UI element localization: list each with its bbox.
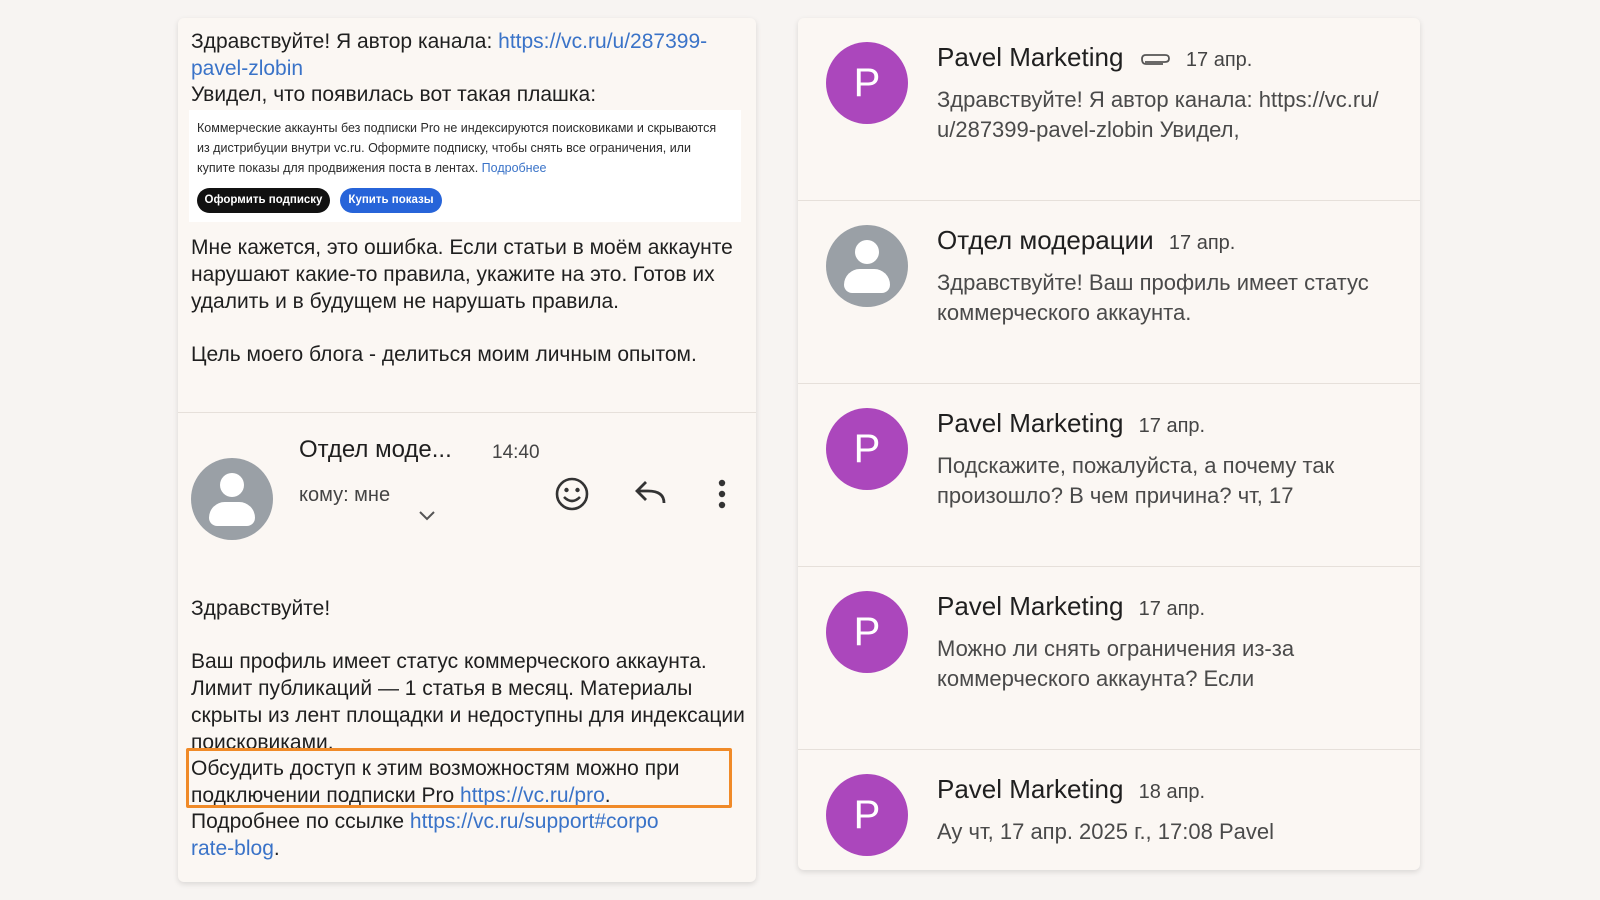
- inbox-row[interactable]: P Pavel Marketing 17 апр. Можно ли снять…: [798, 567, 1420, 750]
- inbox-row-header: Pavel Marketing 17 апр.: [937, 408, 1205, 439]
- reply-icon[interactable]: [634, 479, 668, 507]
- sender-avatar[interactable]: [191, 458, 273, 540]
- sender-avatar[interactable]: P: [826, 408, 908, 490]
- inbox-list-panel: P Pavel Marketing 17 апр. Здравствуйте! …: [798, 18, 1420, 870]
- inbox-row[interactable]: Отдел модерации 17 апр. Здравствуйте! Ва…: [798, 201, 1420, 384]
- inbox-row-header: Pavel Marketing 17 апр.: [937, 591, 1205, 622]
- inbox-row[interactable]: P Pavel Marketing 18 апр. Ау чт, 17 апр.…: [798, 750, 1420, 870]
- subscribe-button[interactable]: Оформить подписку: [197, 188, 330, 213]
- reply-time: 14:40: [492, 442, 540, 463]
- notice-text-block: Коммерческие аккаунты без подписки Pro н…: [197, 118, 717, 178]
- message-date: 17 апр.: [1185, 49, 1253, 71]
- reply-sender-name[interactable]: Отдел моде...: [299, 436, 452, 464]
- email-thread-panel: Здравствуйте! Я автор канала: https://vc…: [178, 18, 756, 882]
- sender-name: Pavel Marketing: [937, 408, 1124, 438]
- sender-name: Pavel Marketing: [937, 774, 1124, 804]
- inbox-row[interactable]: P Pavel Marketing 17 апр. Здравствуйте! …: [798, 18, 1420, 201]
- message-date: 18 апр.: [1138, 781, 1206, 803]
- reply-p3-text: Подробнее по ссылке: [191, 810, 410, 833]
- intro-text: Здравствуйте! Я автор канала:: [191, 30, 499, 53]
- inbox-row[interactable]: P Pavel Marketing 17 апр. Подскажите, по…: [798, 384, 1420, 567]
- saw-text: Увидел, что появилась вот такая плашка:: [191, 83, 597, 106]
- sender-name: Отдел модерации: [937, 225, 1154, 255]
- message-date: 17 апр.: [1138, 415, 1206, 437]
- notice-more-link[interactable]: Подробнее: [482, 161, 547, 175]
- message-date: 17 апр.: [1138, 598, 1206, 620]
- message-snippet: Здравствуйте! Ваш профиль имеет статус к…: [937, 270, 1369, 325]
- sender-avatar[interactable]: P: [826, 42, 908, 124]
- notice-text: Коммерческие аккаунты без подписки Pro н…: [197, 121, 717, 175]
- body-paragraph-1: Мне кажется, это ошибка. Если статьи в м…: [191, 236, 733, 313]
- buy-impressions-button[interactable]: Купить показы: [340, 188, 442, 213]
- inbox-row-header: Pavel Marketing 17 апр.: [937, 42, 1252, 73]
- message-date: 17 апр.: [1168, 232, 1236, 254]
- message-snippet: Здравствуйте! Я автор канала: https://vc…: [937, 87, 1379, 142]
- message-snippet: Можно ли снять ограничения из-за коммерч…: [937, 636, 1295, 691]
- message-snippet: Подскажите, пожалуйста, а почему так про…: [937, 453, 1335, 508]
- sender-name: Pavel Marketing: [937, 591, 1124, 621]
- chevron-down-icon[interactable]: [418, 510, 436, 522]
- body-paragraph-2: Цель моего блога - делиться моим личным …: [191, 343, 697, 366]
- more-options-icon[interactable]: [717, 478, 727, 510]
- emoji-reaction-icon[interactable]: [554, 476, 590, 512]
- message-snippet: Ау чт, 17 апр. 2025 г., 17:08 Pavel: [937, 819, 1274, 844]
- sender-avatar[interactable]: [826, 225, 908, 307]
- vc-notice-screenshot: Коммерческие аккаунты без подписки Pro н…: [189, 110, 741, 222]
- sender-avatar[interactable]: P: [826, 774, 908, 856]
- sender-avatar[interactable]: P: [826, 591, 908, 673]
- message-divider: [178, 412, 756, 413]
- inbox-row-header: Pavel Marketing 18 апр.: [937, 774, 1205, 805]
- highlight-annotation-box: [186, 748, 732, 808]
- reply-greeting: Здравствуйте!: [191, 597, 331, 620]
- reply-paragraph-1: Ваш профиль имеет статус коммерческого а…: [191, 650, 745, 754]
- intro-paragraph: Здравствуйте! Я автор канала: https://vc…: [191, 28, 751, 82]
- attachment-icon: [1140, 54, 1170, 66]
- reply-paragraph-3: Подробнее по ссылке https://vc.ru/suppor…: [191, 810, 659, 860]
- sender-name: Pavel Marketing: [937, 42, 1124, 72]
- inbox-row-header: Отдел модерации 17 апр.: [937, 225, 1235, 256]
- recipient-label: кому: мне: [299, 484, 391, 506]
